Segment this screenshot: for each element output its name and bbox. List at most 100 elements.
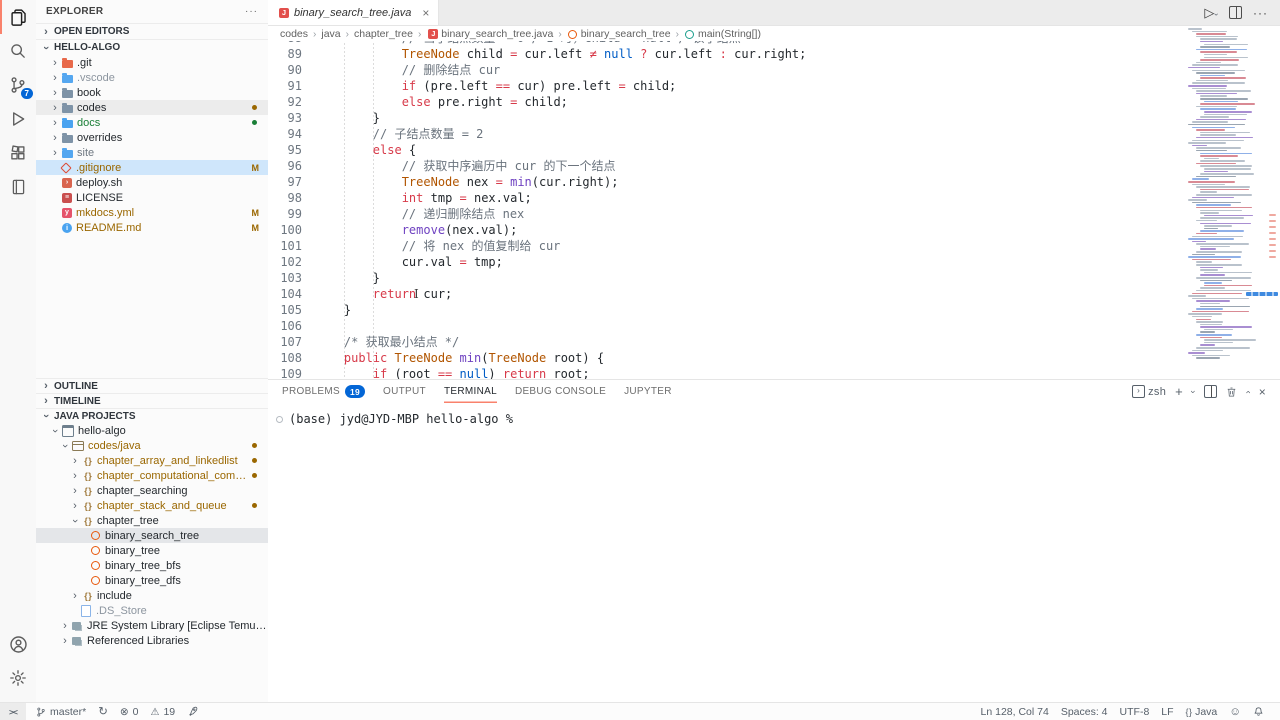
file--git[interactable]: ›.git: [36, 55, 268, 70]
terminal-profile-button[interactable]: › zsh: [1132, 385, 1166, 398]
code-line[interactable]: 90 // 删除结点 cur: [268, 62, 1188, 78]
terminal-dropdown-icon[interactable]: ›: [1189, 390, 1199, 393]
activity-source-control[interactable]: 7: [0, 68, 36, 102]
file-codes[interactable]: ›codes: [36, 100, 268, 115]
activity-explorer[interactable]: [0, 0, 36, 34]
code-line[interactable]: 92 else pre.right = child;: [268, 94, 1188, 110]
activity-notebook[interactable]: [0, 170, 36, 204]
file-book[interactable]: ›book: [36, 85, 268, 100]
split-editor-button[interactable]: [1229, 6, 1242, 19]
status-sync[interactable]: ↻: [98, 703, 108, 720]
code-line[interactable]: 104 return cur;: [268, 286, 1188, 302]
java-project--ds-store[interactable]: .DS_Store: [36, 603, 268, 618]
java-project-hello-algo[interactable]: ›hello-algo: [36, 423, 268, 438]
code-line[interactable]: 106: [268, 318, 1188, 334]
status-cursor-position[interactable]: Ln 128, Col 74: [981, 706, 1049, 718]
sidebar-more-actions-icon[interactable]: ···: [245, 6, 258, 17]
code-line[interactable]: 105 }: [268, 302, 1188, 318]
java-project-jre-system-library-eclipse-temurin-17-17-[interactable]: ›JRE System Library [Eclipse Temurin 17 …: [36, 618, 268, 633]
status-errors[interactable]: ⊗ 0: [120, 703, 139, 720]
code-line[interactable]: 95 else {: [268, 142, 1188, 158]
section-outline[interactable]: › OUTLINE: [36, 378, 268, 393]
code-editor[interactable]: 88 // 当子结点数量 = 0 / 1 时，child = null / 该子…: [268, 41, 1188, 379]
code-line[interactable]: 109 if (root == null) return root;: [268, 366, 1188, 379]
java-project-chapter-tree[interactable]: ›{ }chapter_tree: [36, 513, 268, 528]
split-terminal-button[interactable]: [1204, 385, 1217, 398]
code-line[interactable]: 89 TreeNode child = cur.left ≠ null ? cu…: [268, 46, 1188, 62]
java-project-include[interactable]: ›{ }include: [36, 588, 268, 603]
panel-tab-problems[interactable]: PROBLEMS 19: [282, 380, 365, 403]
status-feedback[interactable]: ☺: [1229, 706, 1241, 718]
activity-extensions[interactable]: [0, 136, 36, 170]
status-notifications[interactable]: [1253, 706, 1264, 717]
code-line[interactable]: 97 TreeNode nex = min(cur.right);: [268, 174, 1188, 190]
status-warnings[interactable]: ⚠ 19: [150, 703, 175, 720]
code-line[interactable]: 91 if (pre.left == cur) pre.left = child…: [268, 78, 1188, 94]
breadcrumb-item[interactable]: binary_search_tree: [567, 28, 671, 40]
java-project-binary-tree-dfs[interactable]: binary_tree_dfs: [36, 573, 268, 588]
run-button[interactable]: ▷ ›: [1204, 6, 1218, 19]
code-line[interactable]: 103 }: [268, 270, 1188, 286]
close-tab-icon[interactable]: ×: [422, 6, 429, 20]
breadcrumb-item[interactable]: chapter_tree: [354, 28, 413, 40]
status-eol[interactable]: LF: [1161, 706, 1173, 718]
file--gitignore[interactable]: .gitignoreM: [36, 160, 268, 175]
file-deploy-sh[interactable]: ›deploy.sh: [36, 175, 268, 190]
java-project-binary-tree-bfs[interactable]: binary_tree_bfs: [36, 558, 268, 573]
tab-binary-search-tree[interactable]: J binary_search_tree.java ×: [268, 0, 439, 25]
file-docs[interactable]: ›docs: [36, 115, 268, 130]
breadcrumb-item[interactable]: java: [321, 28, 340, 40]
section-java-projects[interactable]: › JAVA PROJECTS: [36, 408, 268, 423]
more-actions-button[interactable]: ···: [1253, 6, 1268, 20]
file-readme-md[interactable]: iREADME.mdM: [36, 220, 268, 235]
panel-tab-debug-console[interactable]: DEBUG CONSOLE: [515, 380, 606, 403]
code-line[interactable]: 107 /* 获取最小结点 */: [268, 334, 1188, 350]
code-line[interactable]: 96 // 获取中序遍历中 cur 的下一个结点: [268, 158, 1188, 174]
code-line[interactable]: 98 int tmp = nex.val;: [268, 190, 1188, 206]
java-project-chapter-computational-complexity[interactable]: ›{ }chapter_computational_complexity: [36, 468, 268, 483]
code-line[interactable]: 94 // 子结点数量 = 2: [268, 126, 1188, 142]
workspace-root-row[interactable]: › HELLO-ALGO: [36, 39, 268, 55]
panel-tab-output[interactable]: OUTPUT: [383, 380, 426, 403]
terminal-output[interactable]: (base) jyd@JYD-MBP hello-algo %: [268, 403, 1280, 426]
status-git-branch[interactable]: master*: [36, 703, 86, 720]
code-line[interactable]: 100 remove(nex.val);: [268, 222, 1188, 238]
status-remote[interactable]: ><: [0, 703, 26, 720]
code-line[interactable]: 108 public TreeNode min(TreeNode root) {: [268, 350, 1188, 366]
java-project-chapter-array-and-linkedlist[interactable]: ›{ }chapter_array_and_linkedlist: [36, 453, 268, 468]
status-indentation[interactable]: Spaces: 4: [1061, 706, 1108, 718]
activity-account[interactable]: [0, 627, 36, 661]
code-line[interactable]: 93 }: [268, 110, 1188, 126]
file-site[interactable]: ›site: [36, 145, 268, 160]
java-project-codes-java[interactable]: ›codes/java: [36, 438, 268, 453]
file-overrides[interactable]: ›overrides: [36, 130, 268, 145]
file-license[interactable]: ≡LICENSE: [36, 190, 268, 205]
breadcrumb-item[interactable]: main(String[]): [684, 28, 761, 40]
panel-tab-terminal[interactable]: TERMINAL: [444, 380, 497, 403]
java-project-referenced-libraries[interactable]: ›Referenced Libraries: [36, 633, 268, 648]
java-project-chapter-searching[interactable]: ›{ }chapter_searching: [36, 483, 268, 498]
code-line[interactable]: 99 // 递归删除结点 nex: [268, 206, 1188, 222]
activity-settings[interactable]: [0, 661, 36, 695]
breadcrumb-item[interactable]: codes: [280, 28, 308, 40]
file--vscode[interactable]: ›.vscode: [36, 70, 268, 85]
open-editors-section[interactable]: › OPEN EDITORS: [36, 23, 268, 39]
new-terminal-button[interactable]: +: [1175, 384, 1183, 399]
code-line[interactable]: 101 // 将 nex 的值复制给 cur: [268, 238, 1188, 254]
close-panel-icon[interactable]: ×: [1259, 385, 1266, 399]
status-language-mode[interactable]: { } Java: [1186, 706, 1218, 718]
breadcrumb-item[interactable]: Jbinary_search_tree.java: [426, 28, 553, 40]
file-mkdocs-yml[interactable]: ymkdocs.ymlM: [36, 205, 268, 220]
section-timeline[interactable]: › TIMELINE: [36, 393, 268, 408]
minimap[interactable]: [1188, 28, 1274, 362]
status-encoding[interactable]: UTF-8: [1120, 706, 1150, 718]
activity-search[interactable]: [0, 34, 36, 68]
java-project-binary-search-tree[interactable]: binary_search_tree: [36, 528, 268, 543]
java-project-binary-tree[interactable]: binary_tree: [36, 543, 268, 558]
code-line[interactable]: 102 cur.val = tmp;: [268, 254, 1188, 270]
kill-terminal-button[interactable]: [1226, 386, 1237, 398]
java-project-chapter-stack-and-queue[interactable]: ›{ }chapter_stack_and_queue: [36, 498, 268, 513]
activity-run-and-debug[interactable]: [0, 102, 36, 136]
maximize-panel-icon[interactable]: ›: [1243, 390, 1253, 393]
status-java-server-mode[interactable]: [187, 703, 198, 720]
